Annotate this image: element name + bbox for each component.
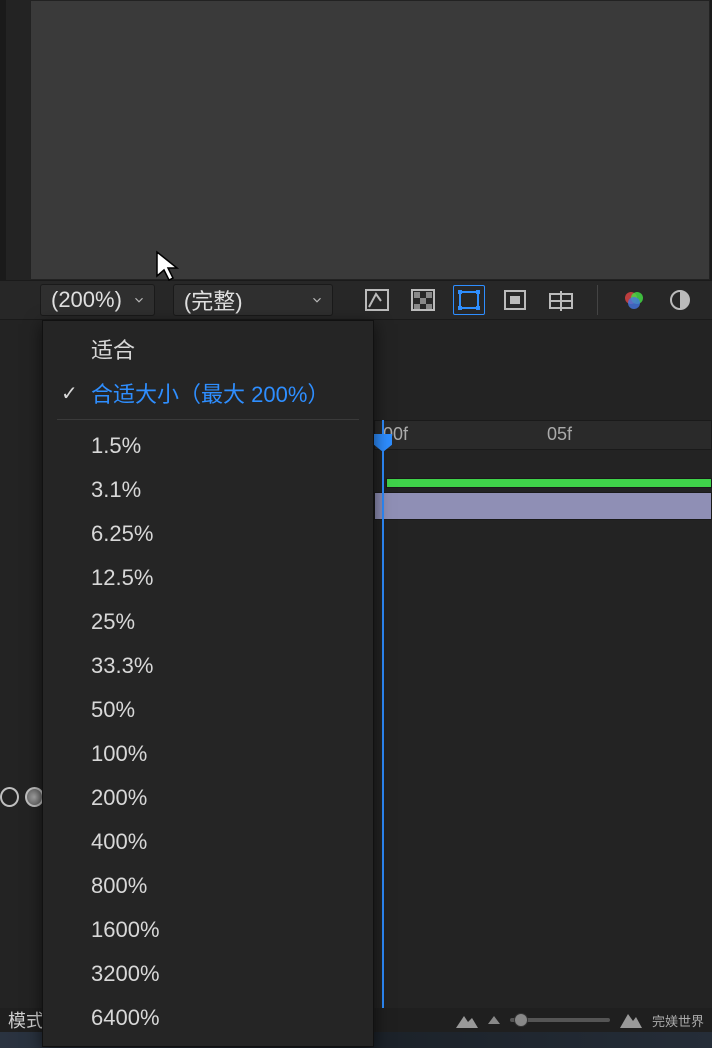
timeline-tick: 05f (547, 424, 572, 445)
menu-item-label: 50% (91, 697, 135, 723)
zoom-menu-level[interactable]: 100% (43, 732, 373, 776)
zoom-menu-level[interactable]: 33.3% (43, 644, 373, 688)
zoom-menu-level[interactable]: 1600% (43, 908, 373, 952)
menu-item-label: 100% (91, 741, 147, 767)
playhead[interactable] (382, 420, 384, 1008)
chevron-down-icon (310, 293, 324, 307)
menu-item-label: 适合 (91, 333, 135, 365)
work-area-bar[interactable] (386, 478, 712, 488)
grid-safe-zones-icon[interactable] (545, 285, 577, 315)
toolbar-icons (361, 285, 696, 315)
menu-item-label: 3.1% (91, 477, 141, 503)
fast-preview-icon[interactable] (361, 285, 393, 315)
zoom-slider-thumb[interactable] (514, 1013, 528, 1027)
menu-item-label: 33.3% (91, 653, 153, 679)
zoom-menu-level[interactable]: 800% (43, 864, 373, 908)
zoom-menu-level[interactable]: 1.5% (43, 424, 373, 468)
menu-item-label: 1.5% (91, 433, 141, 459)
menu-item-label: 800% (91, 873, 147, 899)
menu-divider (57, 419, 359, 420)
zoom-menu: 适合 合适大小（最大 200%） 1.5% 3.1% 6.25% 12.5% 2… (42, 320, 374, 1047)
layer-indicators (0, 780, 44, 814)
zoom-menu-level[interactable]: 3200% (43, 952, 373, 996)
composition-preview[interactable] (30, 0, 710, 280)
menu-item-label: 200% (91, 785, 147, 811)
watermark-text: 完媄世界 (652, 1011, 704, 1030)
zoom-menu-fit[interactable]: 适合 (43, 327, 373, 371)
zoom-menu-level[interactable]: 6.25% (43, 512, 373, 556)
zoom-menu-level[interactable]: 200% (43, 776, 373, 820)
zoom-menu-level[interactable]: 50% (43, 688, 373, 732)
zoom-value: (200%) (51, 287, 122, 313)
menu-item-label: 400% (91, 829, 147, 855)
viewer-area (0, 0, 712, 280)
menu-item-label: 12.5% (91, 565, 153, 591)
menu-item-label: 25% (91, 609, 135, 635)
zoom-slider[interactable] (510, 1018, 610, 1022)
zoom-dropdown[interactable]: (200%) (40, 284, 155, 316)
zoom-menu-fit-max[interactable]: 合适大小（最大 200%） (43, 371, 373, 415)
menu-item-label: 3200% (91, 961, 160, 987)
menu-item-label: 6400% (91, 1005, 160, 1031)
mode-label: 模式 (8, 1007, 44, 1033)
transparency-grid-icon[interactable] (407, 285, 439, 315)
mountain-large-icon[interactable] (620, 1012, 642, 1028)
timeline-ruler[interactable]: 00f 05f (374, 420, 712, 450)
chevron-down-icon (132, 293, 146, 307)
channel-icon[interactable] (618, 285, 650, 315)
region-of-interest-icon[interactable] (499, 285, 531, 315)
zoom-menu-level[interactable]: 25% (43, 600, 373, 644)
toolbar-separator (597, 285, 598, 315)
caret-up-icon[interactable] (488, 1016, 500, 1024)
resolution-value: (完整) (184, 284, 243, 316)
zoom-menu-level[interactable]: 3.1% (43, 468, 373, 512)
zoom-menu-level[interactable]: 12.5% (43, 556, 373, 600)
exposure-icon[interactable] (664, 285, 696, 315)
menu-item-label: 合适大小（最大 200%） (91, 377, 329, 409)
menu-item-label: 1600% (91, 917, 160, 943)
layer-bar[interactable] (374, 492, 712, 520)
shy-toggle-icon[interactable] (0, 787, 19, 807)
mountain-small-icon[interactable] (456, 1012, 478, 1028)
zoom-menu-level[interactable]: 400% (43, 820, 373, 864)
zoom-menu-level[interactable]: 6400% (43, 996, 373, 1040)
mask-outline-icon[interactable] (453, 285, 485, 315)
resolution-dropdown[interactable]: (完整) (173, 284, 333, 316)
menu-item-label: 6.25% (91, 521, 153, 547)
preview-toolbar: (200%) (完整) (0, 280, 712, 320)
